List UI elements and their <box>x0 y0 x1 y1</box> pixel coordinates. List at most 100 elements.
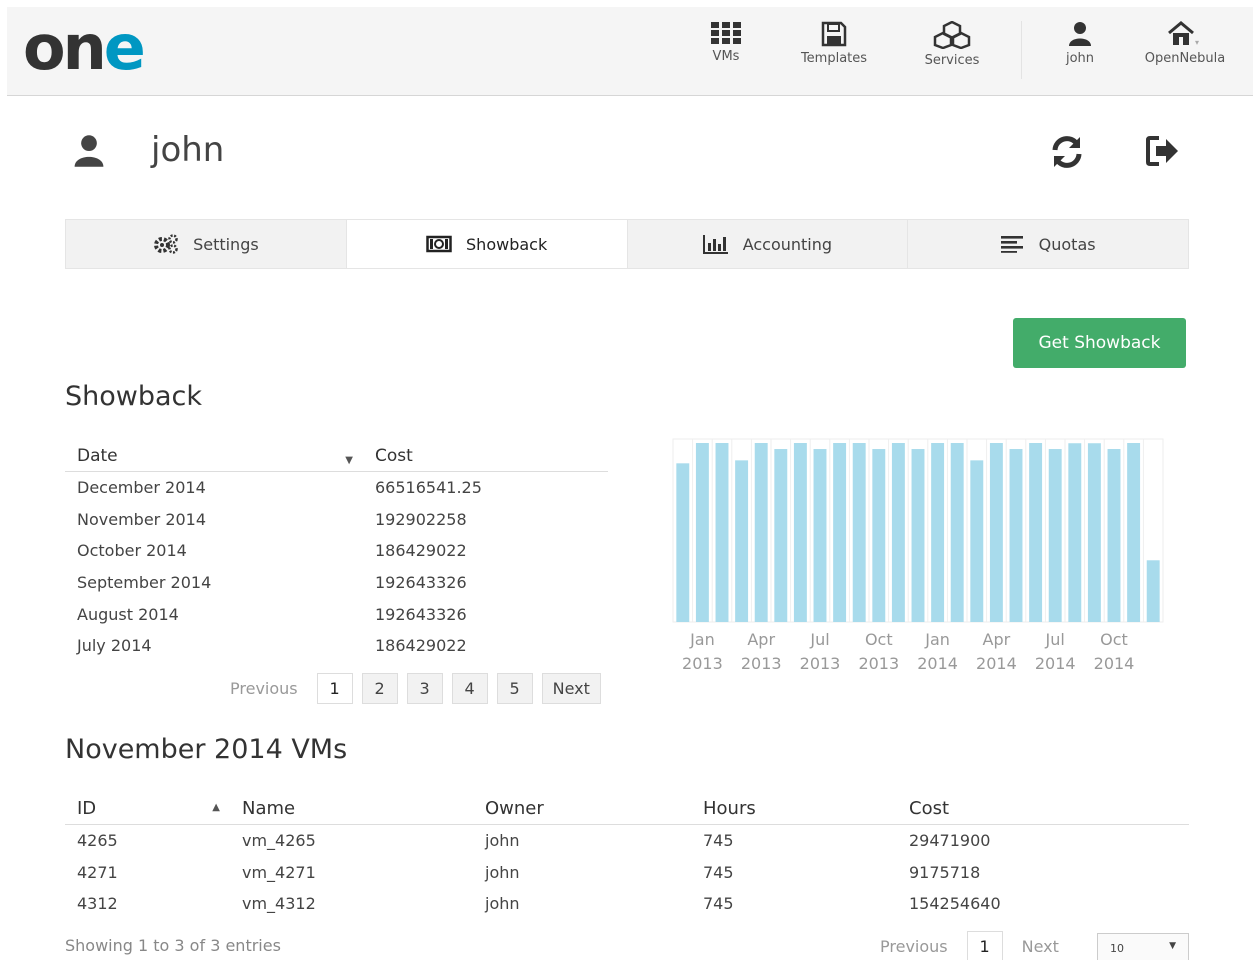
nav-services[interactable]: Services <box>917 21 987 68</box>
x-tick-label: Jan <box>689 630 715 649</box>
cell-hours: 745 <box>703 894 734 914</box>
cell-hours: 745 <box>703 831 734 851</box>
vms-pagination: Previous 1 Next <box>870 931 1069 960</box>
chart-bar[interactable] <box>911 449 925 622</box>
nav-label: VMs <box>712 49 740 64</box>
chart-bar[interactable] <box>793 443 807 622</box>
opennebula-logo[interactable]: one <box>23 17 146 79</box>
cell-owner: john <box>485 894 520 914</box>
chart-bar[interactable] <box>1068 443 1082 622</box>
chart-bar[interactable] <box>970 460 984 622</box>
tab-accounting[interactable]: Accounting <box>627 220 909 268</box>
tab-quotas[interactable]: Quotas <box>908 220 1188 268</box>
tab-settings[interactable]: Settings <box>66 220 347 268</box>
column-header-hours[interactable]: Hours <box>691 798 897 819</box>
table-row[interactable]: October 2014 186429022 <box>65 535 608 567</box>
pagination-page[interactable]: 2 <box>361 673 398 704</box>
table-row[interactable]: November 2014 192902258 <box>65 504 608 536</box>
table-row[interactable]: July 2014 186429022 <box>65 630 608 662</box>
x-tick-label: Jul <box>1045 630 1065 649</box>
chart-bar[interactable] <box>931 443 945 622</box>
nav-divider <box>1021 21 1022 79</box>
table-header: ID ▲ Name Owner Hours Cost <box>65 793 1189 825</box>
sort-desc-icon: ▼ <box>345 455 353 466</box>
table-row[interactable]: 4312 vm_4312 john 745 154254640 <box>65 888 1189 920</box>
sign-out-icon[interactable] <box>1145 135 1181 167</box>
column-header-date[interactable]: Date ▼ <box>65 446 363 466</box>
cell-cost: 186429022 <box>375 636 467 656</box>
column-header-id[interactable]: ID ▲ <box>65 798 230 819</box>
showback-title: Showback <box>65 381 203 412</box>
cubes-icon <box>933 21 971 49</box>
nav-templates[interactable]: Templates <box>792 21 876 66</box>
chart-bar[interactable] <box>715 443 729 622</box>
chart-bar[interactable] <box>989 443 1003 622</box>
table-row[interactable]: September 2014 192643326 <box>65 567 608 599</box>
table-row[interactable]: 4265 vm_4265 john 745 29471900 <box>65 825 1189 857</box>
refresh-icon[interactable] <box>1048 133 1086 171</box>
cell-cost: 192643326 <box>375 573 467 593</box>
nav-label: Services <box>924 53 980 68</box>
cell-date: December 2014 <box>77 478 206 498</box>
pagination-page[interactable]: 5 <box>496 673 533 704</box>
table-row[interactable]: December 2014 66516541.25 <box>65 472 608 504</box>
align-left-icon <box>1000 236 1023 253</box>
cell-name: vm_4265 <box>242 831 316 851</box>
pagination-page[interactable]: 1 <box>316 673 353 704</box>
table-header: Date ▼ Cost <box>65 441 608 472</box>
chart-bar[interactable] <box>695 443 709 622</box>
pagination-page[interactable]: 1 <box>966 931 1003 960</box>
nav-label: john <box>1065 51 1095 66</box>
user-icon <box>74 135 104 167</box>
chart-bar[interactable] <box>872 449 886 622</box>
chart-bar[interactable] <box>735 460 749 622</box>
column-header-cost[interactable]: Cost <box>897 798 1189 819</box>
column-header-name[interactable]: Name <box>230 798 473 819</box>
tab-label: Showback <box>466 234 548 254</box>
entries-info: Showing 1 to 3 of 3 entries <box>65 936 281 955</box>
table-row[interactable]: August 2014 192643326 <box>65 598 608 630</box>
chart-bar[interactable] <box>1107 449 1121 622</box>
cell-cost: 192643326 <box>375 604 467 624</box>
chart-bar[interactable] <box>891 443 905 622</box>
pagination-next[interactable]: Next <box>1012 937 1069 956</box>
chart-bar[interactable] <box>1146 560 1160 622</box>
pagination-page[interactable]: 3 <box>406 673 443 704</box>
showback-bar-chart: Jan 2013 Apr 2013 Jul 2013 Oct 2013 Jan 2014 Apr 20… <box>672 438 1164 673</box>
chart-bar[interactable] <box>852 443 866 622</box>
chart-bar[interactable] <box>833 443 847 622</box>
page-size-select[interactable]: 10 ▼ <box>1097 933 1189 960</box>
pagination-page[interactable]: 4 <box>451 673 488 704</box>
nav-zone-menu[interactable]: ▾ OpenNebula <box>1137 21 1233 66</box>
column-header-owner[interactable]: Owner <box>473 798 691 819</box>
chart-bar[interactable] <box>774 449 788 622</box>
pagination-previous[interactable]: Previous <box>870 937 958 956</box>
column-header-cost[interactable]: Cost <box>363 446 608 466</box>
profile-tabs: Settings Showback Accounting Quotas <box>65 219 1189 269</box>
get-showback-button[interactable]: Get Showback <box>1013 318 1186 368</box>
chart-bar[interactable] <box>1127 443 1141 622</box>
page-title: john <box>151 130 225 170</box>
x-tick-label: 2013 <box>682 654 723 673</box>
showback-table: Date ▼ Cost December 2014 66516541.25 Nove… <box>65 441 608 662</box>
pagination-previous[interactable]: Previous <box>220 679 308 698</box>
x-tick-label: 2014 <box>917 654 958 673</box>
x-tick-label: Jul <box>809 630 829 649</box>
tab-label: Accounting <box>742 234 833 254</box>
chart-bar[interactable] <box>813 449 827 622</box>
table-row[interactable]: 4271 vm_4271 john 745 9175718 <box>65 857 1189 889</box>
cell-owner: john <box>485 831 520 851</box>
vms-table: ID ▲ Name Owner Hours Cost 4265 vm_4265 jo… <box>65 793 1189 920</box>
chart-bar[interactable] <box>1048 449 1062 622</box>
chart-bar[interactable] <box>754 443 768 622</box>
chart-bar[interactable] <box>676 463 690 622</box>
nav-vms[interactable]: VMs <box>700 21 752 64</box>
nav-user-menu[interactable]: john <box>1057 21 1103 66</box>
chart-bar[interactable] <box>1087 443 1101 622</box>
pagination-next[interactable]: Next <box>541 673 601 704</box>
chart-bar[interactable] <box>1029 443 1043 622</box>
tab-showback[interactable]: Showback <box>346 220 628 268</box>
chart-bar[interactable] <box>1009 449 1023 622</box>
chart-bar[interactable] <box>950 443 964 622</box>
cell-id: 4271 <box>77 862 118 882</box>
